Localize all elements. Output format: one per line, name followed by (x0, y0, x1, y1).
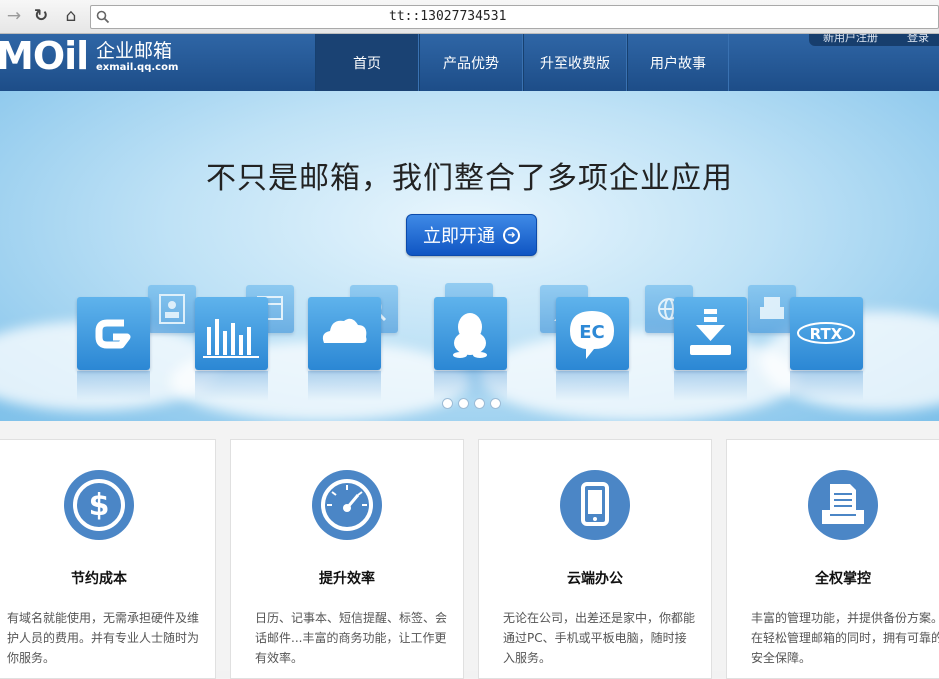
feature-card-cloud-office: 云端办公 无论在公司，出差还是家中，你都能通过PC、手机或平板电脑，随时接入服务… (478, 439, 712, 679)
tile-reflection (195, 371, 268, 401)
hero-headline: 不只是邮箱，我们整合了多项企业应用 (206, 161, 733, 196)
tile-reflection (674, 371, 747, 401)
cloud-icon[interactable] (308, 297, 381, 370)
feature-section: $ 节约成本 有域名就能使用，无需承担硬件及维护人员的费用。并有专业人士随时为你… (0, 421, 939, 679)
feature-text: 丰富的管理功能，并提供备份方案。在轻松管理邮箱的同时，拥有可靠的安全保障。 (751, 611, 939, 665)
tile-reflection (556, 371, 629, 401)
svg-text:RTX: RTX (810, 325, 843, 343)
svg-text:EC: EC (579, 322, 605, 343)
feature-card-save-cost: $ 节约成本 有域名就能使用，无需承担硬件及维护人员的费用。并有专业人士随时为你… (0, 439, 216, 679)
account-links: 新用户注册 登录 (809, 34, 939, 46)
nav-item-stories[interactable]: 用户故事 (627, 34, 729, 91)
feature-text: 日历、记事本、短信提醒、标签、会话邮件...丰富的商务功能，让工作更有效率。 (255, 611, 448, 665)
browser-toolbar: → ↻ ⌂ tt::13027734531 (0, 0, 939, 34)
logo-domain: exmail.qq.com (96, 62, 179, 73)
feature-card-efficiency: 提升效率 日历、记事本、短信提醒、标签、会话邮件...丰富的商务功能，让工作更有… (230, 439, 464, 679)
address-text: tt::13027734531 (389, 9, 507, 24)
contact-card-icon (148, 285, 196, 333)
nav-item-advantages[interactable]: 产品优势 (419, 34, 523, 91)
home-icon[interactable]: ⌂ (61, 6, 81, 26)
slide-dot-4[interactable] (490, 398, 501, 409)
download-icon[interactable] (674, 297, 747, 370)
login-link[interactable]: 登录 (907, 34, 929, 45)
logo-mark: MOil (0, 34, 89, 78)
site-header: MOil 企业邮箱 exmail.qq.com 首页 产品优势 升至收费版 用户… (0, 34, 939, 91)
back-arrow-icon[interactable]: → (4, 6, 24, 26)
feature-title: 全权掌控 (815, 571, 871, 587)
logo-title: 企业邮箱 (96, 40, 173, 62)
reload-icon[interactable]: ↻ (31, 6, 51, 26)
rtx-icon[interactable]: RTX (790, 297, 863, 370)
slide-dot-1[interactable] (442, 398, 453, 409)
dollar-icon: $ (64, 470, 134, 540)
speedometer-icon (312, 470, 382, 540)
register-link[interactable]: 新用户注册 (823, 34, 878, 45)
slide-dot-2[interactable] (458, 398, 469, 409)
open-now-label: 立即开通 (423, 226, 495, 247)
arrow-right-icon: ➜ (503, 226, 520, 244)
cloud-decoration (480, 331, 800, 421)
printer-icon (748, 285, 796, 333)
search-icon (96, 10, 110, 24)
tile-reflection (434, 371, 507, 401)
ec-chat-icon[interactable]: EC (556, 297, 629, 370)
address-bar[interactable]: tt::13027734531 (90, 5, 939, 29)
main-nav: 首页 产品优势 升至收费版 用户故事 (315, 34, 729, 91)
tile-reflection (790, 371, 863, 401)
tablet-icon (560, 470, 630, 540)
open-now-button[interactable]: 立即开通 ➜ (406, 214, 537, 256)
hero-banner: 不只是邮箱，我们整合了多项企业应用 立即开通 ➜ EC RTX (0, 91, 939, 421)
document-tray-icon (808, 470, 878, 540)
feature-title: 提升效率 (319, 571, 375, 587)
slide-pager (442, 398, 501, 409)
feature-card-full-control: 全权掌控 丰富的管理功能，并提供备份方案。在轻松管理邮箱的同时，拥有可靠的安全保… (726, 439, 939, 679)
qq-penguin-icon[interactable] (434, 297, 507, 370)
tile-reflection (77, 371, 150, 401)
g-logo-icon[interactable] (77, 297, 150, 370)
feature-title: 云端办公 (567, 571, 623, 587)
nav-item-home[interactable]: 首页 (315, 34, 419, 91)
slide-dot-3[interactable] (474, 398, 485, 409)
feature-title: 节约成本 (71, 571, 127, 587)
feature-text: 无论在公司，出差还是家中，你都能通过PC、手机或平板电脑，随时接入服务。 (503, 611, 696, 665)
svg-text:$: $ (89, 488, 110, 523)
tile-reflection (308, 371, 381, 401)
nav-item-upgrade[interactable]: 升至收费版 (523, 34, 627, 91)
bar-chart-icon[interactable] (195, 297, 268, 370)
feature-text: 有域名就能使用，无需承担硬件及维护人员的费用。并有专业人士随时为你服务。 (7, 611, 200, 665)
